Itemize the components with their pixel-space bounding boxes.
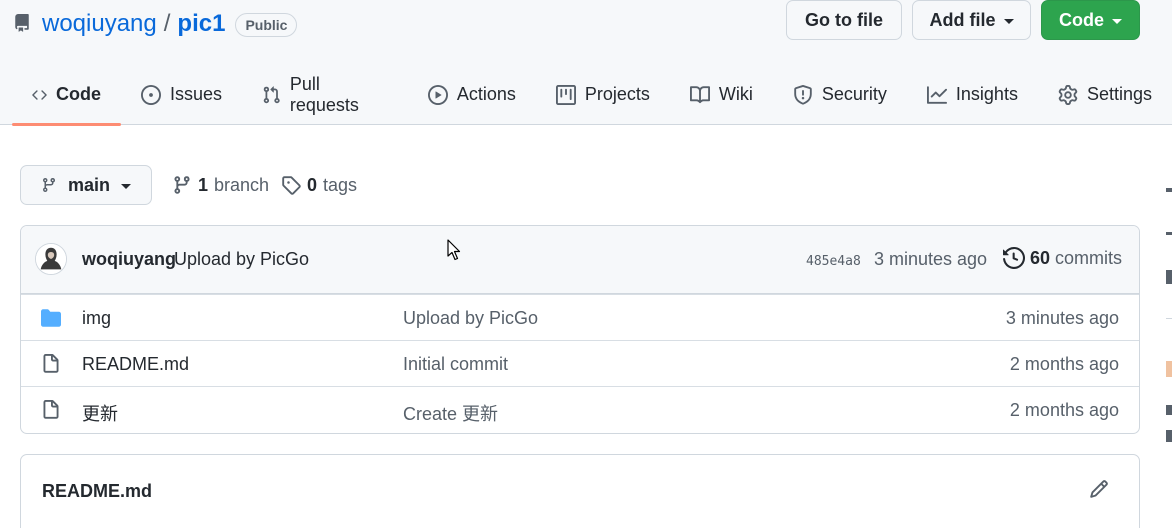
tab-settings[interactable]: Settings <box>1038 64 1172 125</box>
file-icon <box>43 400 59 419</box>
file-browser: woqiuyang Upload by PicGo 485e4a8 3 minu… <box>20 225 1140 434</box>
branches-link[interactable]: 1 branch <box>172 165 269 205</box>
branch-select-button[interactable]: main <box>20 165 152 205</box>
caret-down-icon <box>121 183 131 189</box>
repo-name-link[interactable]: pic1 <box>177 10 225 38</box>
tab-label: Code <box>56 84 101 104</box>
tags-link[interactable]: 0 tags <box>281 165 357 205</box>
commit-message-link[interactable]: Upload by PicGo <box>174 249 309 270</box>
tag-icon <box>282 176 301 195</box>
file-commit-message-link[interactable]: Initial commit <box>403 354 508 375</box>
code-icon <box>32 89 47 100</box>
file-commit-time: 2 months ago <box>1009 354 1119 374</box>
go-to-file-label: Go to file <box>805 9 883 30</box>
tab-security[interactable]: Security <box>773 64 907 125</box>
commit-sha-link[interactable]: 485e4a8 <box>806 254 861 269</box>
graph-icon <box>926 85 947 104</box>
file-name-link[interactable]: README.md <box>82 354 189 375</box>
file-name-link[interactable]: 更新 <box>82 400 118 426</box>
readme-panel: README.md <box>20 454 1140 528</box>
folder-icon <box>41 309 61 327</box>
tab-label: Insights <box>955 84 1018 104</box>
tag-count: 0 <box>307 174 318 195</box>
tab-label: Security <box>821 84 887 104</box>
repo-title: woqiuyang / pic1 Public <box>13 8 298 40</box>
file-row-update[interactable]: 更新 Create 更新 2 months ago <box>21 386 1139 432</box>
tab-label: Issues <box>170 84 223 104</box>
branch-name: main <box>67 174 110 195</box>
issue-opened-icon <box>141 84 161 105</box>
go-to-file-button[interactable]: Go to file <box>786 0 902 40</box>
branch-count: 1 <box>198 174 209 195</box>
file-commit-time: 2 months ago <box>1009 400 1119 420</box>
play-icon <box>427 84 448 105</box>
caret-down-icon <box>1112 18 1122 24</box>
gear-icon <box>1058 84 1078 105</box>
tab-insights[interactable]: Insights <box>907 64 1038 125</box>
commit-count: 60 <box>1030 247 1051 268</box>
caret-down-icon <box>1003 18 1014 24</box>
tab-issues[interactable]: Issues <box>121 64 242 125</box>
tab-pull-requests[interactable]: Pull requests <box>242 64 408 125</box>
commit-count-label: commits <box>1055 247 1123 268</box>
file-commit-message-link[interactable]: Create 更新 <box>403 400 498 426</box>
repo-nav-tabs: Code Issues Pull requests Actions Projec… <box>12 64 1172 126</box>
avatar[interactable] <box>35 243 67 275</box>
git-branch-icon <box>174 176 190 194</box>
tab-label: Settings <box>1086 84 1152 104</box>
file-row-readme[interactable]: README.md Initial commit 2 months ago <box>21 340 1139 386</box>
tab-label: Projects <box>584 84 650 104</box>
add-file-button[interactable]: Add file <box>912 0 1031 40</box>
file-commit-message-link[interactable]: Upload by PicGo <box>403 308 538 329</box>
latest-commit-bar: woqiuyang Upload by PicGo 485e4a8 3 minu… <box>21 226 1139 294</box>
tab-label: Pull requests <box>289 73 359 115</box>
readme-title: README.md <box>42 481 153 501</box>
tab-actions[interactable]: Actions <box>408 64 536 125</box>
repo-path-separator: / <box>163 10 171 37</box>
repo-owner-link[interactable]: woqiuyang <box>42 10 157 38</box>
table-icon <box>555 84 576 105</box>
branch-count-label: branch <box>214 174 270 195</box>
clipped-sidebar-fragment <box>1166 361 1172 377</box>
tab-label: Wiki <box>718 84 753 104</box>
tag-count-label: tags <box>323 174 358 195</box>
pencil-icon[interactable] <box>1089 479 1109 499</box>
code-button-label: Code <box>1059 9 1104 30</box>
clipped-sidebar-fragment <box>1166 188 1172 192</box>
tab-code[interactable]: Code <box>12 64 121 126</box>
shield-icon <box>794 84 812 105</box>
code-download-button[interactable]: Code <box>1041 0 1140 40</box>
tab-label: Actions <box>456 84 516 104</box>
commit-time: 3 minutes ago <box>874 249 988 269</box>
avatar-image <box>36 244 66 274</box>
file-icon <box>43 354 59 373</box>
repo-icon <box>15 14 29 32</box>
clipped-sidebar-fragment <box>1166 405 1172 415</box>
git-branch-icon <box>42 178 55 192</box>
tab-wiki[interactable]: Wiki <box>670 64 773 125</box>
book-icon <box>689 85 710 103</box>
visibility-badge: Public <box>235 13 298 37</box>
commits-history-link[interactable]: 60 commits <box>1003 247 1122 269</box>
history-icon <box>1003 247 1025 269</box>
file-commit-time: 3 minutes ago <box>1005 308 1119 328</box>
file-name-link[interactable]: img <box>82 308 111 329</box>
tab-projects[interactable]: Projects <box>536 64 670 125</box>
git-pull-request-icon <box>263 85 280 103</box>
clipped-sidebar-fragment <box>1166 270 1172 284</box>
clipped-sidebar-fragment <box>1166 430 1172 442</box>
commit-author-link[interactable]: woqiuyang <box>82 249 176 270</box>
add-file-label: Add file <box>929 9 996 30</box>
mouse-cursor-icon <box>447 239 461 261</box>
clipped-sidebar-fragment <box>1166 232 1172 235</box>
clipped-sidebar-divider <box>1166 318 1172 319</box>
file-row-img[interactable]: img Upload by PicGo 3 minutes ago <box>21 294 1139 340</box>
